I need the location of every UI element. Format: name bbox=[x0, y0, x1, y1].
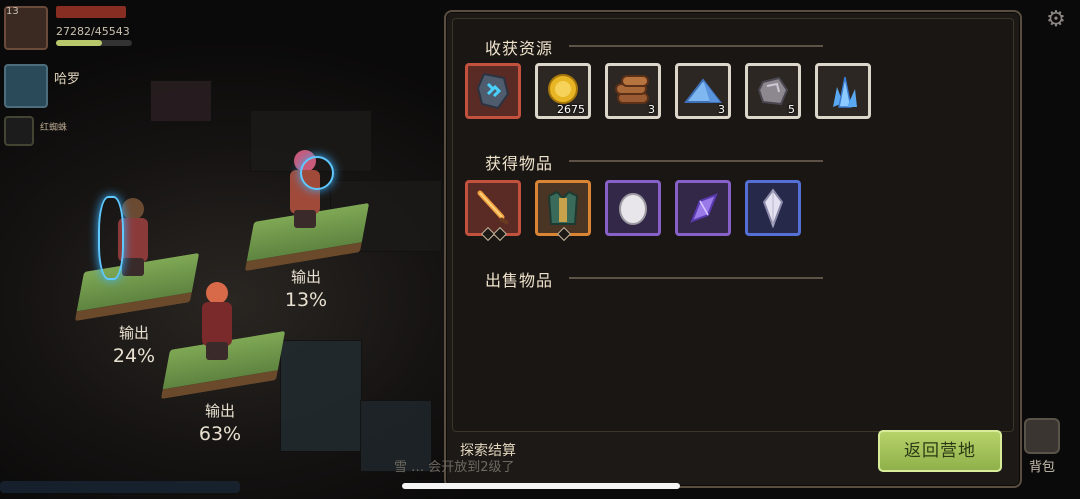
item-slot[interactable] bbox=[745, 180, 801, 236]
hero-damage-label: 输出 13% bbox=[266, 266, 346, 311]
item-slot[interactable] bbox=[465, 180, 521, 242]
hero-warrior[interactable] bbox=[196, 282, 236, 362]
player-hp-text: 27282/45543 bbox=[56, 25, 130, 38]
white-crystal-icon bbox=[762, 188, 784, 228]
resource-slot[interactable]: 3 bbox=[605, 63, 661, 119]
ally-avatar[interactable] bbox=[4, 64, 48, 108]
stone-block bbox=[280, 340, 362, 452]
return-to-camp-button[interactable]: 返回营地 bbox=[878, 430, 1002, 472]
ally-name: 红蜘蛛 bbox=[40, 123, 68, 133]
hero-damage-label: 输出 63% bbox=[180, 400, 260, 445]
blue-crystal-icon bbox=[833, 76, 857, 108]
section-title-sold: 出售物品 bbox=[485, 271, 554, 290]
hero-damage-percent: 24% bbox=[112, 345, 156, 367]
home-indicator[interactable] bbox=[402, 483, 680, 489]
floor-tile bbox=[150, 80, 212, 122]
magic-orb-icon bbox=[300, 156, 334, 190]
section-divider bbox=[569, 160, 823, 162]
upgrade-diamond-icon bbox=[556, 226, 572, 242]
chat-ticker[interactable]: 雪 … 会开放到2级了 bbox=[394, 456, 515, 475]
player-level: 13 bbox=[6, 6, 19, 17]
upgrade-diamond-icon bbox=[492, 226, 508, 242]
section-title-items: 获得物品 bbox=[485, 154, 554, 173]
wood-logs-icon bbox=[615, 75, 649, 104]
flame-sword-icon bbox=[477, 190, 509, 225]
hero-role: 输出 bbox=[204, 402, 235, 420]
hero-role: 输出 bbox=[290, 268, 321, 286]
bag-label: 背包 bbox=[1028, 460, 1055, 475]
resource-slot[interactable]: 5 bbox=[745, 63, 801, 119]
ally-name: 哈罗 bbox=[54, 72, 81, 87]
resource-slot[interactable]: 3 bbox=[675, 63, 731, 119]
resource-qty: 2675 bbox=[557, 103, 585, 116]
armor-icon bbox=[547, 190, 579, 225]
resource-slot[interactable]: 2675 bbox=[535, 63, 591, 119]
item-slot[interactable] bbox=[605, 180, 661, 236]
player-hp-fill bbox=[56, 40, 102, 46]
blue-sand-icon bbox=[684, 78, 722, 103]
scene-bottom-bar bbox=[0, 481, 240, 493]
hero-head bbox=[122, 198, 144, 220]
exploration-result-panel: 收获资源 2675 3 3 5 获得物品 出售物品 探索结算 返回营地 bbox=[444, 10, 1022, 488]
player-name-redacted bbox=[56, 6, 126, 18]
hero-role: 输出 bbox=[118, 324, 149, 342]
hero-damage-label: 输出 24% bbox=[94, 322, 174, 367]
resource-slot[interactable] bbox=[815, 63, 871, 119]
section-divider bbox=[569, 45, 823, 47]
item-slot[interactable] bbox=[675, 180, 731, 236]
hero-legs bbox=[294, 210, 316, 228]
panel-content: 收获资源 2675 3 3 5 获得物品 出售物品 bbox=[452, 18, 1014, 432]
gear-icon[interactable]: ⚙ bbox=[1044, 8, 1068, 32]
hero-damage-percent: 13% bbox=[284, 289, 328, 311]
player-hp-bar bbox=[56, 40, 132, 46]
hero-damage-percent: 63% bbox=[198, 423, 242, 445]
section-divider bbox=[569, 277, 823, 279]
hero-legs bbox=[122, 258, 144, 276]
resource-qty: 3 bbox=[718, 103, 725, 116]
ally-avatar[interactable] bbox=[4, 116, 34, 146]
backpack-icon bbox=[1024, 418, 1060, 454]
hero-body bbox=[202, 302, 232, 346]
iron-ore-icon bbox=[757, 76, 789, 106]
egg-icon bbox=[619, 193, 647, 225]
hero-head bbox=[206, 282, 228, 304]
resource-qty: 5 bbox=[788, 103, 795, 116]
section-title-resources: 收获资源 bbox=[485, 39, 554, 58]
resource-qty: 3 bbox=[648, 103, 655, 116]
rune-stone-icon bbox=[476, 72, 510, 110]
item-slot[interactable] bbox=[535, 180, 591, 242]
bag-button[interactable]: 背包 bbox=[1022, 418, 1062, 480]
lightning-bow-icon bbox=[98, 196, 124, 280]
hero-legs bbox=[206, 342, 228, 360]
purple-crystal-icon bbox=[690, 193, 718, 223]
resource-slot[interactable] bbox=[465, 63, 521, 119]
